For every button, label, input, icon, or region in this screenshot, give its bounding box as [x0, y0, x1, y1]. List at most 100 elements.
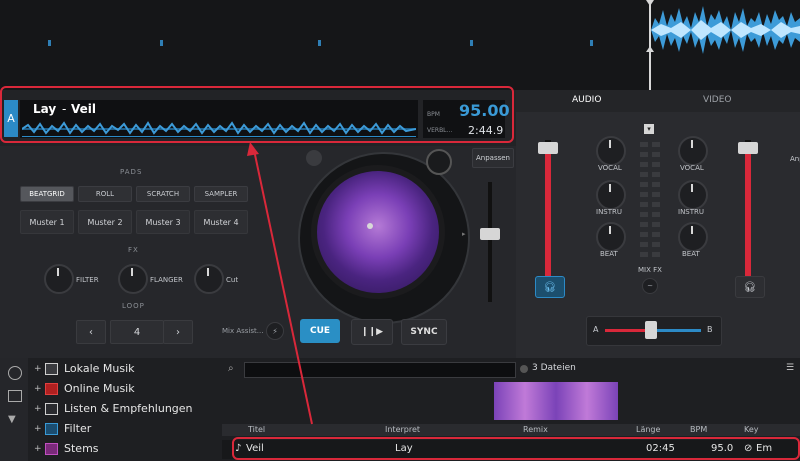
mix-fx-icon[interactable]: ~ [642, 278, 658, 294]
eq-beat-knob-right[interactable] [678, 222, 708, 252]
mix-assist-label: Mix Assist... [222, 327, 264, 335]
play-pause-button[interactable]: ❙❙▶ [351, 319, 393, 345]
fx-cut-label: Cut [226, 276, 239, 284]
column-remix[interactable]: Remix [523, 425, 548, 434]
cue-marker [160, 40, 163, 46]
overview-waveform[interactable] [0, 0, 800, 90]
pad-button-1[interactable]: Muster 1 [20, 210, 74, 234]
highlight-annotation-deck [0, 86, 514, 143]
tree-item-local-music[interactable]: + Lokale Musik [34, 362, 135, 375]
crossfader-handle[interactable] [645, 321, 657, 339]
spindle [367, 223, 373, 229]
cue-button[interactable]: CUE [300, 319, 340, 343]
headphone-cue-left[interactable]: 🎧︎ [535, 276, 565, 298]
eq-beat-knob-left[interactable] [596, 222, 626, 252]
table-header [222, 424, 800, 436]
loop-section-label: LOOP [122, 302, 145, 310]
crossfader-label-b: B [707, 325, 713, 334]
loop-halve-button[interactable]: ‹ [76, 320, 106, 344]
tree-item-lists[interactable]: + Listen & Empfehlungen [34, 402, 193, 415]
online-icon [45, 382, 58, 395]
mix-assist-icon[interactable]: ⚡ [266, 322, 284, 340]
crossfader-label-a: A [593, 325, 599, 334]
loop-double-button[interactable]: › [163, 320, 193, 344]
headphone-cue-right[interactable]: 🎧︎ [735, 276, 765, 298]
fx-filter-label: FILTER [76, 276, 99, 284]
browser-sidebar-icons: ▼ [0, 358, 28, 461]
playhead[interactable] [649, 0, 651, 90]
fx-flanger-label: FLANGER [150, 276, 183, 284]
crossfader-side-b [657, 329, 701, 332]
cue-marker [470, 40, 473, 46]
eq-vocal-label-right: VOCAL [680, 164, 704, 172]
cue-marker [48, 40, 51, 46]
track-waveform [651, 6, 800, 54]
tree-item-stems[interactable]: + Stems [34, 442, 99, 455]
list-icon [45, 402, 58, 415]
pad-mode-scratch[interactable]: SCRATCH [136, 186, 190, 202]
view-options-icon[interactable]: ☰ [786, 363, 794, 373]
crossfader[interactable]: A B [586, 316, 722, 346]
pad-button-2[interactable]: Muster 2 [78, 210, 132, 234]
volume-handle-left[interactable] [538, 142, 558, 154]
eq-instru-knob-right[interactable] [678, 180, 708, 210]
tree-item-filter[interactable]: + Filter [34, 422, 91, 435]
pad-button-3[interactable]: Muster 3 [136, 210, 190, 234]
fx-flanger-knob[interactable] [118, 264, 148, 294]
column-artist[interactable]: Interpret [385, 425, 420, 434]
search-icon: ⌕ [228, 363, 234, 374]
tab-video[interactable]: VIDEO [703, 95, 732, 105]
volume-level-right [745, 152, 751, 280]
cue-marker [590, 40, 593, 46]
eq-instru-knob-left[interactable] [596, 180, 626, 210]
pitch-adjust-button[interactable]: Anpassen [472, 148, 514, 168]
playhead-top-marker [646, 0, 654, 6]
eq-vocal-knob-right[interactable] [678, 136, 708, 166]
stems-icon [45, 442, 58, 455]
mixer-tabs [516, 90, 800, 112]
tab-audio[interactable]: AUDIO [572, 95, 601, 105]
folder-icon[interactable] [8, 390, 22, 402]
playhead-bottom-marker [646, 46, 654, 52]
eq-vocal-knob-left[interactable] [596, 136, 626, 166]
pitch-adjust-right[interactable]: Anp [790, 155, 800, 163]
pitch-slider-handle[interactable] [480, 228, 500, 240]
pad-button-4[interactable]: Muster 4 [194, 210, 248, 234]
crossfader-side-a [605, 329, 649, 332]
cover-thumbnails[interactable] [494, 382, 618, 420]
mixer-collapse-icon[interactable]: ▾ [644, 124, 654, 134]
pad-mode-beatgrid[interactable]: BEATGRID [20, 186, 74, 202]
pad-mode-roll[interactable]: ROLL [78, 186, 132, 202]
volume-handle-right[interactable] [738, 142, 758, 154]
column-bpm[interactable]: BPM [690, 425, 707, 434]
volume-level-left [545, 152, 551, 280]
fx-cut-knob[interactable] [194, 264, 224, 294]
filter-folder-icon [45, 422, 58, 435]
search-input[interactable] [244, 362, 516, 378]
eq-beat-label-right: BEAT [682, 250, 700, 258]
fx-filter-knob[interactable] [44, 264, 74, 294]
sync-button[interactable]: SYNC [401, 319, 447, 345]
album-art-disc [311, 165, 445, 299]
column-length[interactable]: Länge [636, 425, 660, 434]
pitch-slider-track[interactable] [488, 182, 492, 302]
favorites-icon[interactable] [8, 366, 22, 380]
cue-marker [318, 40, 321, 46]
file-count: 3 Dateien [532, 363, 576, 373]
pad-mode-sampler[interactable]: SAMPLER [194, 186, 248, 202]
eq-vocal-label-left: VOCAL [598, 164, 622, 172]
column-title[interactable]: Titel [248, 425, 265, 434]
tonearm-icon [426, 149, 452, 175]
deck-menu-icon[interactable] [306, 150, 322, 166]
mix-fx-label: MIX FX [638, 266, 662, 274]
highlight-annotation-row [232, 437, 800, 460]
loop-length-value[interactable]: 4 [110, 320, 164, 344]
tree-item-online-music[interactable]: + Online Musik [34, 382, 135, 395]
eq-beat-label-left: BEAT [600, 250, 618, 258]
file-count-indicator [520, 365, 528, 373]
pads-section-label: PADS [120, 168, 143, 176]
filter-icon[interactable]: ▼ [8, 414, 20, 426]
eq-instru-label-left: INSTRU [596, 208, 623, 216]
column-key[interactable]: Key [744, 425, 759, 434]
pitch-arrow-icon: ▸ [462, 230, 466, 238]
